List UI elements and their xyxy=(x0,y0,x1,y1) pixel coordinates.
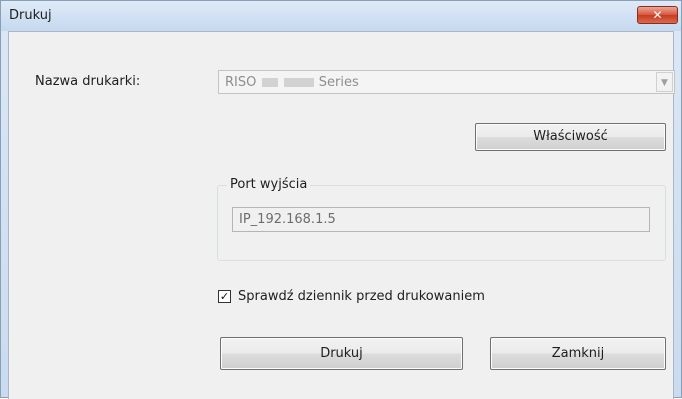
print-dialog-window: Drukuj ✕ Nazwa drukarki: RISO Series ▼ W… xyxy=(0,0,682,399)
close-button[interactable]: Zamknij xyxy=(490,337,666,370)
check-log-checkbox[interactable]: ✓ xyxy=(218,290,231,303)
title-bar[interactable]: Drukuj ✕ xyxy=(1,1,681,31)
close-button-label: Zamknij xyxy=(551,346,605,361)
printer-name-label: Nazwa drukarki: xyxy=(35,74,141,89)
check-log-label[interactable]: Sprawdź dziennik przed drukowaniem xyxy=(238,289,485,304)
check-icon: ✓ xyxy=(219,290,230,303)
redacted-block xyxy=(261,78,278,87)
output-port-field: IP_192.168.1.5 xyxy=(232,207,650,232)
print-button-label: Drukuj xyxy=(320,346,363,361)
output-port-value: IP_192.168.1.5 xyxy=(239,212,336,227)
print-button[interactable]: Drukuj xyxy=(220,337,463,370)
printer-select-value: RISO Series xyxy=(225,75,359,90)
redacted-block xyxy=(283,78,314,87)
printer-name-suffix: Series xyxy=(318,75,359,90)
close-icon: ✕ xyxy=(652,8,663,22)
printer-name-prefix: RISO xyxy=(225,75,257,90)
dialog-body: Nazwa drukarki: RISO Series ▼ Właściwość… xyxy=(8,31,675,399)
output-port-legend: Port wyjścia xyxy=(227,177,311,192)
window-title: Drukuj xyxy=(9,8,52,23)
chevron-down-icon[interactable]: ▼ xyxy=(656,72,673,92)
close-window-button[interactable]: ✕ xyxy=(637,6,678,24)
properties-button[interactable]: Właściwość xyxy=(475,123,666,151)
printer-select[interactable]: RISO Series ▼ xyxy=(218,70,675,94)
properties-button-label: Właściwość xyxy=(533,129,608,144)
